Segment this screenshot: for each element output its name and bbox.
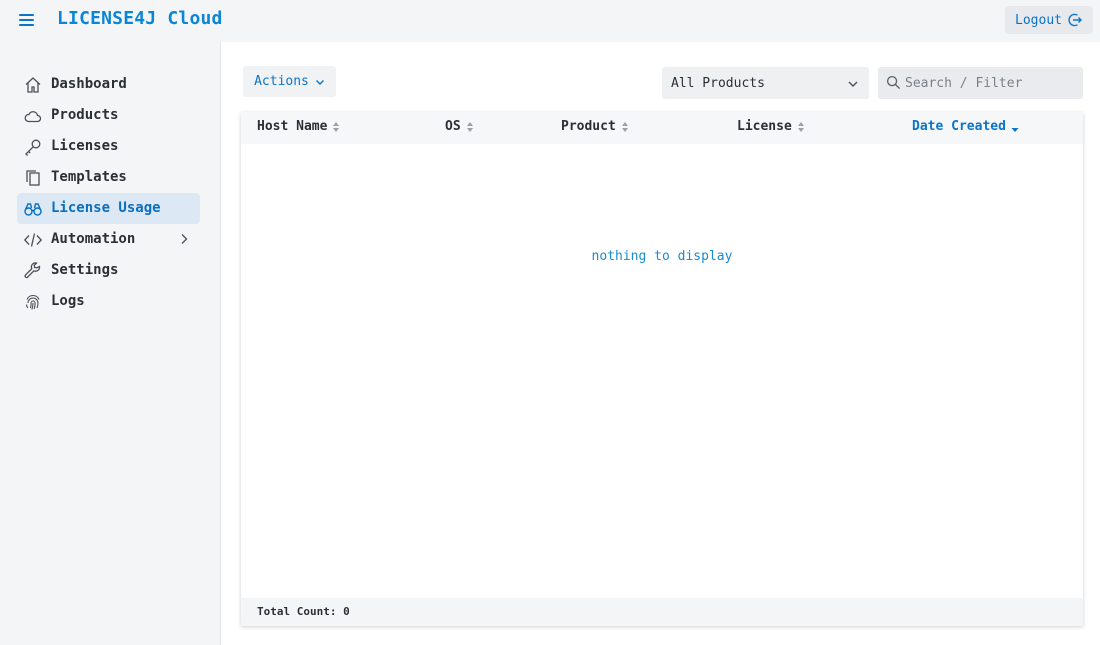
column-header-host-name[interactable]: Host Name	[257, 119, 340, 134]
sidebar-item-label: Templates	[51, 169, 127, 185]
chevron-down-icon	[848, 81, 858, 87]
sort-icon	[466, 121, 473, 132]
sort-desc-icon	[1011, 127, 1019, 132]
column-label: License	[737, 119, 792, 134]
search-input[interactable]	[905, 67, 1077, 99]
sort-icon	[797, 121, 804, 132]
key-icon	[25, 139, 41, 156]
code-icon	[23, 233, 43, 247]
chevron-right-icon	[181, 234, 188, 244]
sidebar-item-licenses[interactable]: Licenses	[17, 131, 200, 162]
column-header-license[interactable]: License	[737, 119, 805, 134]
binoculars-icon	[24, 203, 42, 216]
total-count: Total Count: 0	[257, 605, 350, 618]
sidebar-item-label: Settings	[51, 262, 119, 278]
sidebar-item-logs[interactable]: Logs	[17, 286, 200, 317]
column-header-product[interactable]: Product	[561, 119, 629, 134]
sort-icon	[333, 121, 340, 132]
top-bar: LICENSE4J Cloud Logout	[0, 0, 1100, 42]
menu-icon[interactable]	[19, 12, 35, 26]
sidebar-item-label: License Usage	[51, 200, 161, 216]
sidebar-item-dashboard[interactable]: Dashboard	[17, 69, 200, 100]
copy-icon	[26, 170, 40, 186]
sidebar-item-label: Licenses	[51, 138, 119, 154]
product-filter-value: All Products	[671, 76, 765, 91]
column-label: Date Created	[912, 119, 1006, 134]
actions-label: Actions	[254, 74, 309, 89]
sidebar-item-label: Products	[51, 107, 119, 123]
logout-button[interactable]: Logout	[1005, 6, 1093, 34]
home-icon	[25, 77, 41, 93]
column-label: OS	[445, 119, 461, 134]
chevron-down-icon	[315, 79, 324, 85]
sidebar-item-license-usage[interactable]: License Usage	[17, 193, 200, 224]
main-content: Actions All Products Host Name OS Pro	[221, 42, 1100, 645]
sidebar-item-templates[interactable]: Templates	[17, 162, 200, 193]
product-filter-select[interactable]: All Products	[662, 67, 869, 99]
actions-dropdown-button[interactable]: Actions	[243, 66, 336, 97]
empty-state-message: nothing to display	[591, 249, 733, 264]
sidebar-item-label: Logs	[51, 293, 85, 309]
table-header: Host Name OS Product License Date Create…	[241, 112, 1083, 144]
sidebar-item-settings[interactable]: Settings	[17, 255, 200, 286]
column-label: Product	[561, 119, 616, 134]
search-icon	[886, 75, 901, 90]
usage-table: Host Name OS Product License Date Create…	[241, 112, 1083, 626]
table-footer: Total Count: 0	[241, 598, 1083, 626]
wrench-icon	[24, 262, 41, 279]
column-label: Host Name	[257, 119, 328, 134]
search-box	[878, 67, 1083, 99]
column-header-date-created[interactable]: Date Created	[912, 119, 1019, 134]
column-header-os[interactable]: OS	[445, 119, 474, 134]
sidebar-item-label: Automation	[51, 231, 136, 247]
logout-label: Logout	[1015, 12, 1062, 28]
sort-icon	[621, 121, 628, 132]
fingerprint-icon	[25, 294, 40, 310]
logout-icon	[1068, 13, 1082, 27]
sidebar-item-automation[interactable]: Automation	[17, 224, 200, 255]
sidebar: Dashboard Products Licenses Templates Li…	[0, 42, 221, 645]
sidebar-item-label: Dashboard	[51, 76, 127, 92]
app-title: LICENSE4J Cloud	[57, 8, 223, 29]
cloud-icon	[24, 111, 42, 123]
sidebar-item-products[interactable]: Products	[17, 100, 200, 131]
